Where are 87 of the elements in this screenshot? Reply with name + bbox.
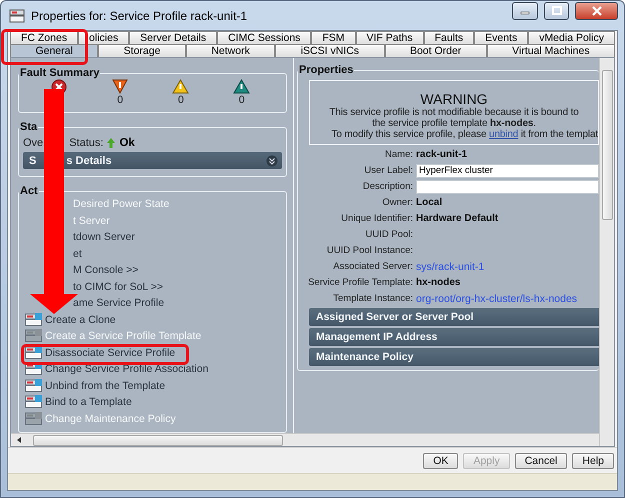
text-field[interactable] xyxy=(416,180,599,194)
field-label: Name: xyxy=(384,148,414,162)
field-label: Service Profile Template: xyxy=(307,276,414,290)
up-arrow-icon xyxy=(107,138,116,148)
unbind-link[interactable]: unbind xyxy=(489,129,518,140)
action-link[interactable]: ame Service Profile xyxy=(73,296,164,310)
tab[interactable]: Faults xyxy=(424,31,474,44)
server-icon xyxy=(25,412,42,426)
warning-heading: WARNING xyxy=(420,91,488,107)
fault-count: 0 xyxy=(178,94,184,106)
major-fault-icon xyxy=(112,79,128,94)
tab[interactable]: Server Details xyxy=(129,31,218,44)
field-value: Local xyxy=(416,197,444,208)
action-link[interactable]: Create a Clone xyxy=(25,312,116,326)
warning-text: This service profile is not modifiable because it is bound to xyxy=(329,107,579,118)
server-icon xyxy=(25,378,42,392)
field-label: Description: xyxy=(362,180,414,194)
action-link[interactable]: to CIMC for SoL >> xyxy=(73,280,164,294)
action-link[interactable]: et xyxy=(73,246,82,260)
field-label: Owner: xyxy=(381,196,414,210)
status-label: Status: xyxy=(69,137,104,149)
field-value: rack-unit-1 xyxy=(416,149,468,160)
close-button[interactable] xyxy=(575,2,618,20)
field-label: UUID Pool Instance: xyxy=(326,244,414,258)
tab[interactable]: FSM xyxy=(311,31,356,44)
close-icon xyxy=(592,6,602,16)
field-value: hx-nodes xyxy=(416,277,462,288)
warning-text: the service profile template hx-nodes. xyxy=(372,118,536,129)
horizontal-scrollbar[interactable] xyxy=(11,433,599,446)
text-field[interactable]: HyperFlex cluster xyxy=(416,164,599,178)
field-label: Associated Server: xyxy=(332,260,414,274)
fault-count: 0 xyxy=(117,94,124,106)
tab[interactable]: Network xyxy=(186,44,276,57)
action-link[interactable]: Unbind from the Template xyxy=(25,378,166,392)
vertical-scrollbar[interactable] xyxy=(599,58,614,446)
dialog-button[interactable]: Cancel xyxy=(514,452,568,468)
server-icon xyxy=(25,362,42,376)
field-link[interactable]: sys/rack-unit-1 xyxy=(416,260,599,272)
tab[interactable]: VIF Paths xyxy=(356,31,424,44)
tab[interactable]: General xyxy=(10,44,98,57)
server-icon xyxy=(25,346,42,360)
server-icon xyxy=(25,312,42,326)
action-link[interactable]: Bind to a Template xyxy=(25,395,132,409)
warning-fault-icon xyxy=(233,79,250,94)
panel-title: Act xyxy=(19,186,39,197)
scroll-left-icon[interactable] xyxy=(15,436,23,444)
action-link[interactable]: M Console >> xyxy=(73,263,138,277)
tab[interactable]: Storage xyxy=(98,44,186,57)
fault-count: 0 xyxy=(238,94,245,106)
tab[interactable]: Events xyxy=(474,31,528,44)
action-link[interactable]: tdown Server xyxy=(73,230,135,244)
tab[interactable]: olicies xyxy=(78,31,130,44)
status-details-bar[interactable]: S s Details xyxy=(23,152,282,169)
section-header[interactable]: Maintenance Policy xyxy=(309,348,599,366)
section-header[interactable]: Management IP Address xyxy=(309,328,599,346)
tab[interactable]: iSCSI vNICs xyxy=(275,44,384,57)
tab[interactable]: Boot Order xyxy=(384,44,487,57)
panel-title: Properties xyxy=(298,64,354,76)
tab[interactable]: Virtual Machines xyxy=(486,44,616,57)
dialog-button[interactable]: Help xyxy=(572,452,614,468)
field-label: Unique Identifier: xyxy=(340,212,414,226)
tab[interactable]: CIMC Sessions xyxy=(217,31,312,44)
field-link[interactable]: org-root/org-hx-cluster/ls-hx-nodes xyxy=(416,292,599,304)
window-title: Properties for: Service Profile rack-unit-1 xyxy=(31,8,248,22)
panel-title: Fault Summary xyxy=(19,67,100,79)
app-icon xyxy=(9,8,25,22)
tab[interactable]: FC Zones xyxy=(10,31,78,44)
warning-text: To modify this service profile, please unbind it from the templat xyxy=(331,129,598,140)
dialog-button[interactable]: OK xyxy=(423,452,458,468)
status-label: Ove xyxy=(23,137,44,149)
maximize-button[interactable] xyxy=(544,2,569,20)
expand-icon[interactable] xyxy=(266,154,278,166)
minor-fault-icon xyxy=(172,79,190,94)
panel-title: Sta xyxy=(19,121,38,133)
section-header[interactable]: Assigned Server or Server Pool xyxy=(309,308,599,326)
field-label: User Label: xyxy=(363,164,414,178)
tab[interactable]: vMedia Policy xyxy=(528,31,615,44)
status-value: Ok xyxy=(119,137,135,149)
field-label: UUID Pool: xyxy=(364,228,414,242)
server-icon xyxy=(25,329,42,343)
maximize-icon xyxy=(552,6,562,15)
action-link[interactable]: Change Service Profile Association xyxy=(25,362,208,376)
field-value: Hardware Default xyxy=(416,213,500,224)
server-icon xyxy=(25,395,42,409)
action-link[interactable]: Disassociate Service Profile xyxy=(25,346,176,360)
field-label: Template Instance: xyxy=(332,292,414,306)
minimize-button[interactable] xyxy=(512,2,538,20)
